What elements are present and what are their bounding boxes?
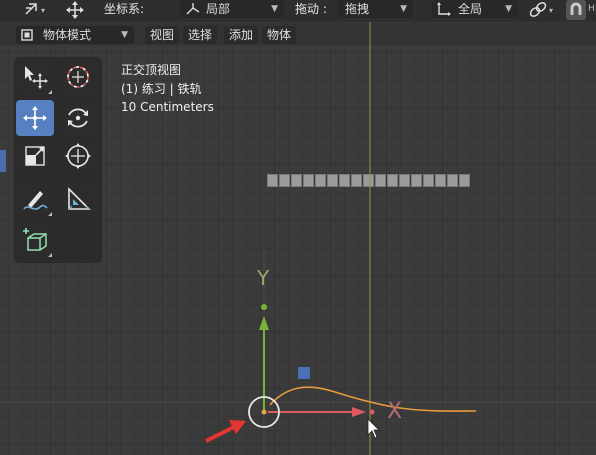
gizmo-y-end	[261, 304, 267, 310]
viewport-scene	[0, 22, 596, 455]
annotation-arrow	[205, 425, 235, 443]
plane-constraint-handle	[298, 367, 310, 379]
bezier-curve	[269, 386, 477, 412]
axis-label-y: Y	[257, 266, 270, 290]
gizmo-x-arrow	[352, 407, 366, 417]
object-origin	[261, 409, 267, 415]
gizmo-x-end	[369, 409, 375, 415]
axis-label-x: X	[387, 399, 403, 424]
gizmo-y-arrow	[259, 316, 269, 330]
